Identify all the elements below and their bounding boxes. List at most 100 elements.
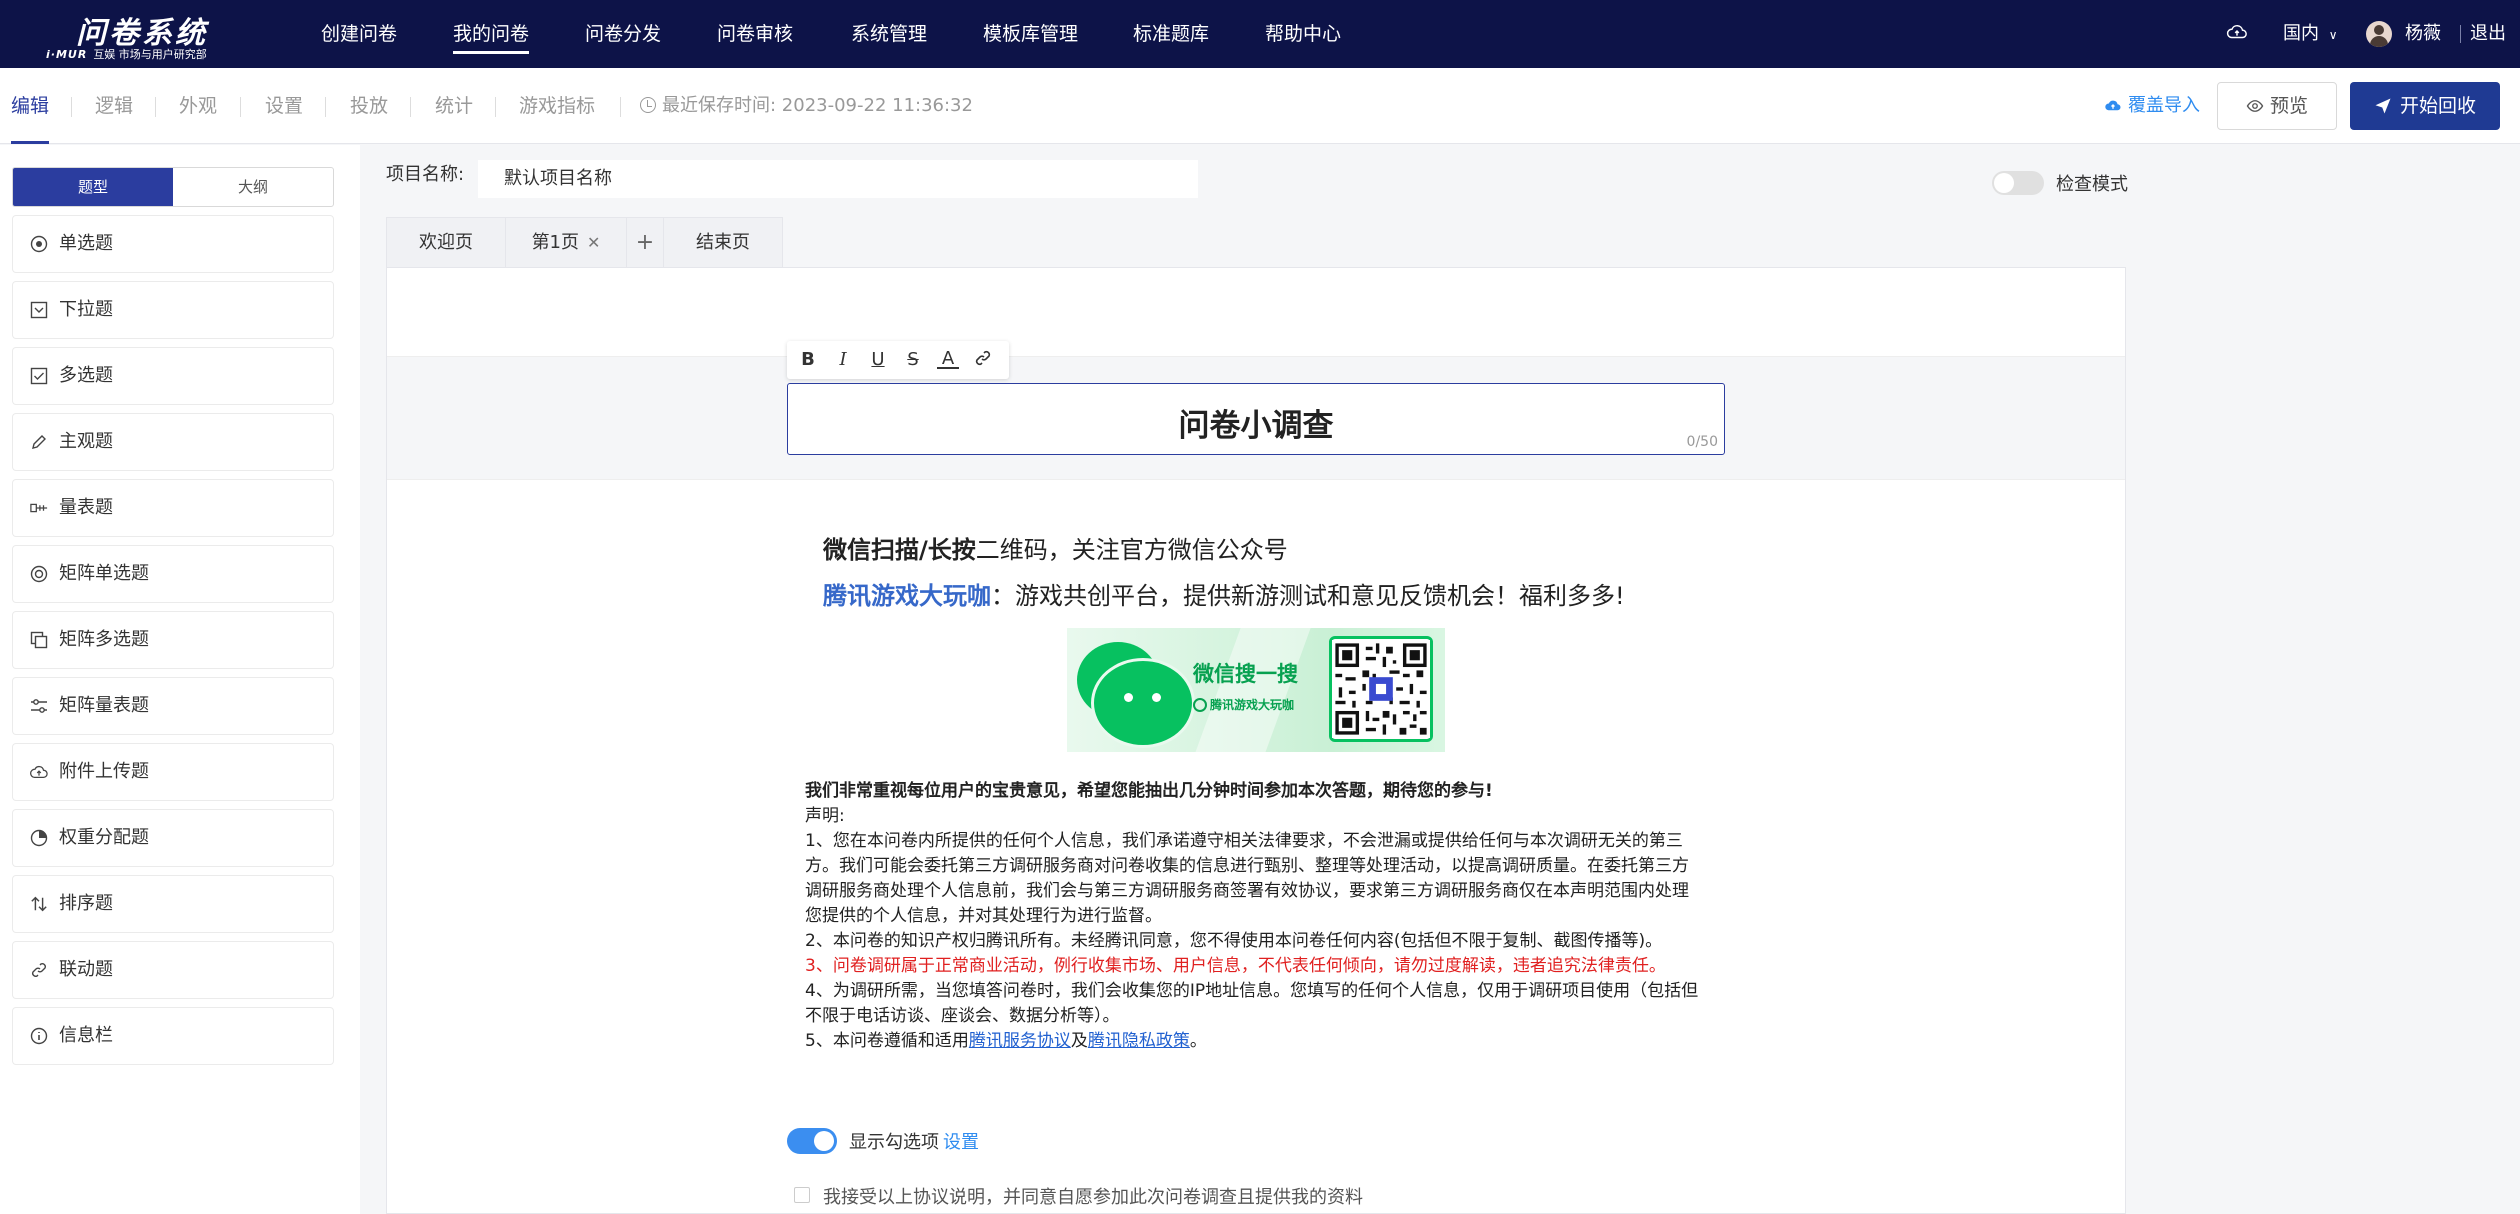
nav-review[interactable]: 问卷审核 — [717, 0, 793, 68]
survey-statement: 我们非常重视每位用户的宝贵意见，希望您能抽出几分钟时间参加本次答题，期待您的参与… — [805, 779, 1705, 1054]
nav-system[interactable]: 系统管理 — [851, 0, 927, 68]
banner-title: 微信搜一搜 — [1193, 662, 1298, 686]
qtype-weight-allocation[interactable]: 权重分配题 — [12, 809, 334, 867]
scale-icon — [30, 499, 48, 517]
survey-title-input[interactable]: 问卷小调查 0/50 — [787, 383, 1725, 455]
sort-icon — [30, 895, 48, 913]
search-icon — [1193, 698, 1207, 712]
show-option-toggle[interactable] — [787, 1128, 837, 1154]
question-type-panel: 题型 大纲 单选题 下拉题 多选题 主观题 量表题 矩阵单选题 矩阵多选题 矩阵… — [0, 145, 360, 1214]
qtype-dropdown[interactable]: 下拉题 — [12, 281, 334, 339]
tab-logic[interactable]: 逻辑 — [95, 68, 133, 144]
username[interactable]: 杨薇 — [2405, 0, 2441, 68]
nav-distribution[interactable]: 问卷分发 — [585, 0, 661, 68]
tab-statistics[interactable]: 统计 — [435, 68, 473, 144]
editor-toolbar: 编辑 逻辑 外观 设置 投放 统计 游戏指标 最近保存时间: 2023-09-2… — [0, 68, 2520, 144]
statement-item-3: 3、问卷调研属于正常商业活动，例行收集市场、用户信息，不代表任何倾向，请勿过度解… — [805, 956, 1666, 976]
statement-item-1: 1、您在本问卷内所提供的任何个人信息，我们承诺遵守相关法律要求，不会泄漏或提供给… — [805, 831, 1689, 926]
cloud-icon[interactable] — [2226, 0, 2248, 68]
tab-question-types[interactable]: 题型 — [13, 168, 173, 206]
show-option-label: 显示勾选项 — [849, 1132, 939, 1153]
qtype-info-bar[interactable]: 信息栏 — [12, 1007, 334, 1065]
divider — [495, 97, 496, 117]
tab-welcome-page[interactable]: 欢迎页 — [386, 217, 506, 267]
matrix-scale-icon — [30, 697, 48, 715]
agree-checkbox[interactable] — [794, 1187, 810, 1203]
qtype-multiple-choice[interactable]: 多选题 — [12, 347, 334, 405]
wechat-banner-image: 微信搜一搜 腾讯游戏大玩咖 — [1067, 628, 1445, 752]
qtype-cascade[interactable]: 联动题 — [12, 941, 334, 999]
logo[interactable]: 问卷系统 i·MUR 互娱 市场与用户研究部 — [46, 8, 236, 61]
add-page-button[interactable]: + — [626, 217, 664, 267]
survey-title: 问卷小调查 — [1178, 408, 1334, 444]
upload-icon — [30, 763, 48, 781]
overwrite-import-button[interactable]: 覆盖导入 — [2104, 68, 2200, 144]
link-icon[interactable] — [972, 349, 994, 371]
pencil-icon — [30, 433, 48, 451]
cloud-upload-icon — [2105, 100, 2121, 111]
statement-item-2: 2、本问卷的知识产权归腾讯所有。未经腾讯同意，您不得使用本问卷任何内容(包括但不… — [805, 931, 1663, 951]
qtype-open-ended[interactable]: 主观题 — [12, 413, 334, 471]
checkbox-icon — [30, 367, 48, 385]
logout-link[interactable]: 退出 — [2470, 0, 2506, 68]
privacy-policy-link[interactable]: 腾讯隐私政策 — [1088, 1031, 1190, 1051]
qtype-ranking[interactable]: 排序题 — [12, 875, 334, 933]
nav-my-surveys[interactable]: 我的问卷 — [453, 0, 530, 68]
clock-icon — [640, 97, 656, 113]
tab-appearance[interactable]: 外观 — [179, 68, 217, 144]
tab-page-1[interactable]: 第1页 ✕ — [505, 217, 627, 267]
nav-question-bank[interactable]: 标准题库 — [1133, 0, 1209, 68]
nav-create-survey[interactable]: 创建问卷 — [321, 0, 397, 68]
service-agreement-link[interactable]: 腾讯服务协议 — [969, 1031, 1071, 1051]
nav-help[interactable]: 帮助中心 — [1265, 0, 1341, 68]
tab-outline[interactable]: 大纲 — [173, 168, 333, 206]
nav-templates[interactable]: 模板库管理 — [983, 0, 1078, 68]
pie-icon — [30, 829, 48, 847]
chevron-down-icon: ∨ — [2328, 28, 2338, 42]
qtype-matrix-scale[interactable]: 矩阵量表题 — [12, 677, 334, 735]
text-format-toolbar: B I U S A — [787, 341, 1009, 379]
tab-settings[interactable]: 设置 — [265, 68, 303, 144]
statement-item-4: 4、为调研所需，当您填答问卷时，我们会收集您的IP地址信息。您填写的任何个人信息… — [805, 981, 1699, 1026]
eye-icon — [2246, 100, 2264, 112]
link-icon — [30, 961, 48, 979]
strikethrough-icon[interactable]: S — [902, 349, 924, 371]
qtype-matrix-single[interactable]: 矩阵单选题 — [12, 545, 334, 603]
bold-icon[interactable]: B — [797, 349, 819, 371]
statement-label: 声明: — [805, 806, 845, 826]
agree-text: 我接受以上协议说明，并同意自愿参加此次问卷调查且提供我的资料 — [823, 1187, 1363, 1208]
italic-icon[interactable]: I — [832, 349, 854, 371]
divider — [620, 97, 621, 117]
tab-deploy[interactable]: 投放 — [350, 68, 388, 144]
project-name-input[interactable]: 默认项目名称 — [478, 160, 1198, 198]
tab-end-page[interactable]: 结束页 — [663, 217, 783, 267]
info-icon — [30, 1027, 48, 1045]
divider — [410, 97, 411, 117]
qtype-file-upload[interactable]: 附件上传题 — [12, 743, 334, 801]
avatar[interactable] — [2366, 21, 2392, 47]
start-collecting-button[interactable]: 开始回收 — [2350, 82, 2500, 130]
banner-search: 腾讯游戏大玩咖 — [1193, 696, 1329, 718]
qtype-matrix-multiple[interactable]: 矩阵多选题 — [12, 611, 334, 669]
title-char-count: 0/50 — [1686, 434, 1718, 450]
preview-button[interactable]: 预览 — [2217, 82, 2337, 130]
close-icon[interactable]: ✕ — [587, 233, 600, 252]
tab-game-metrics[interactable]: 游戏指标 — [519, 68, 595, 144]
qtype-scale[interactable]: 量表题 — [12, 479, 334, 537]
qtype-single-choice[interactable]: 单选题 — [12, 215, 334, 273]
region-label: 国内 — [2283, 23, 2319, 44]
tab-page-1-label: 第1页 — [531, 232, 580, 253]
underline-icon[interactable]: U — [867, 349, 889, 371]
show-option-settings-link[interactable]: 设置 — [943, 1128, 979, 1154]
matrix-checkbox-icon — [30, 631, 48, 649]
logo-subtitle: i·MUR 互娱 市场与用户研究部 — [46, 48, 207, 61]
tab-edit[interactable]: 编辑 — [11, 68, 50, 144]
divider — [71, 97, 72, 117]
statement-item-5: 5、本问卷遵循和适用腾讯服务协议及腾讯隐私政策。 — [805, 1031, 1207, 1051]
last-saved: 最近保存时间: 2023-09-22 11:36:32 — [640, 68, 973, 144]
region-select[interactable]: 国内 ∨ — [2283, 0, 2338, 68]
send-icon — [2375, 98, 2391, 114]
check-mode-label: 检查模式 — [2056, 174, 2128, 195]
check-mode-toggle[interactable] — [1992, 171, 2044, 195]
font-color-icon[interactable]: A — [937, 349, 959, 369]
